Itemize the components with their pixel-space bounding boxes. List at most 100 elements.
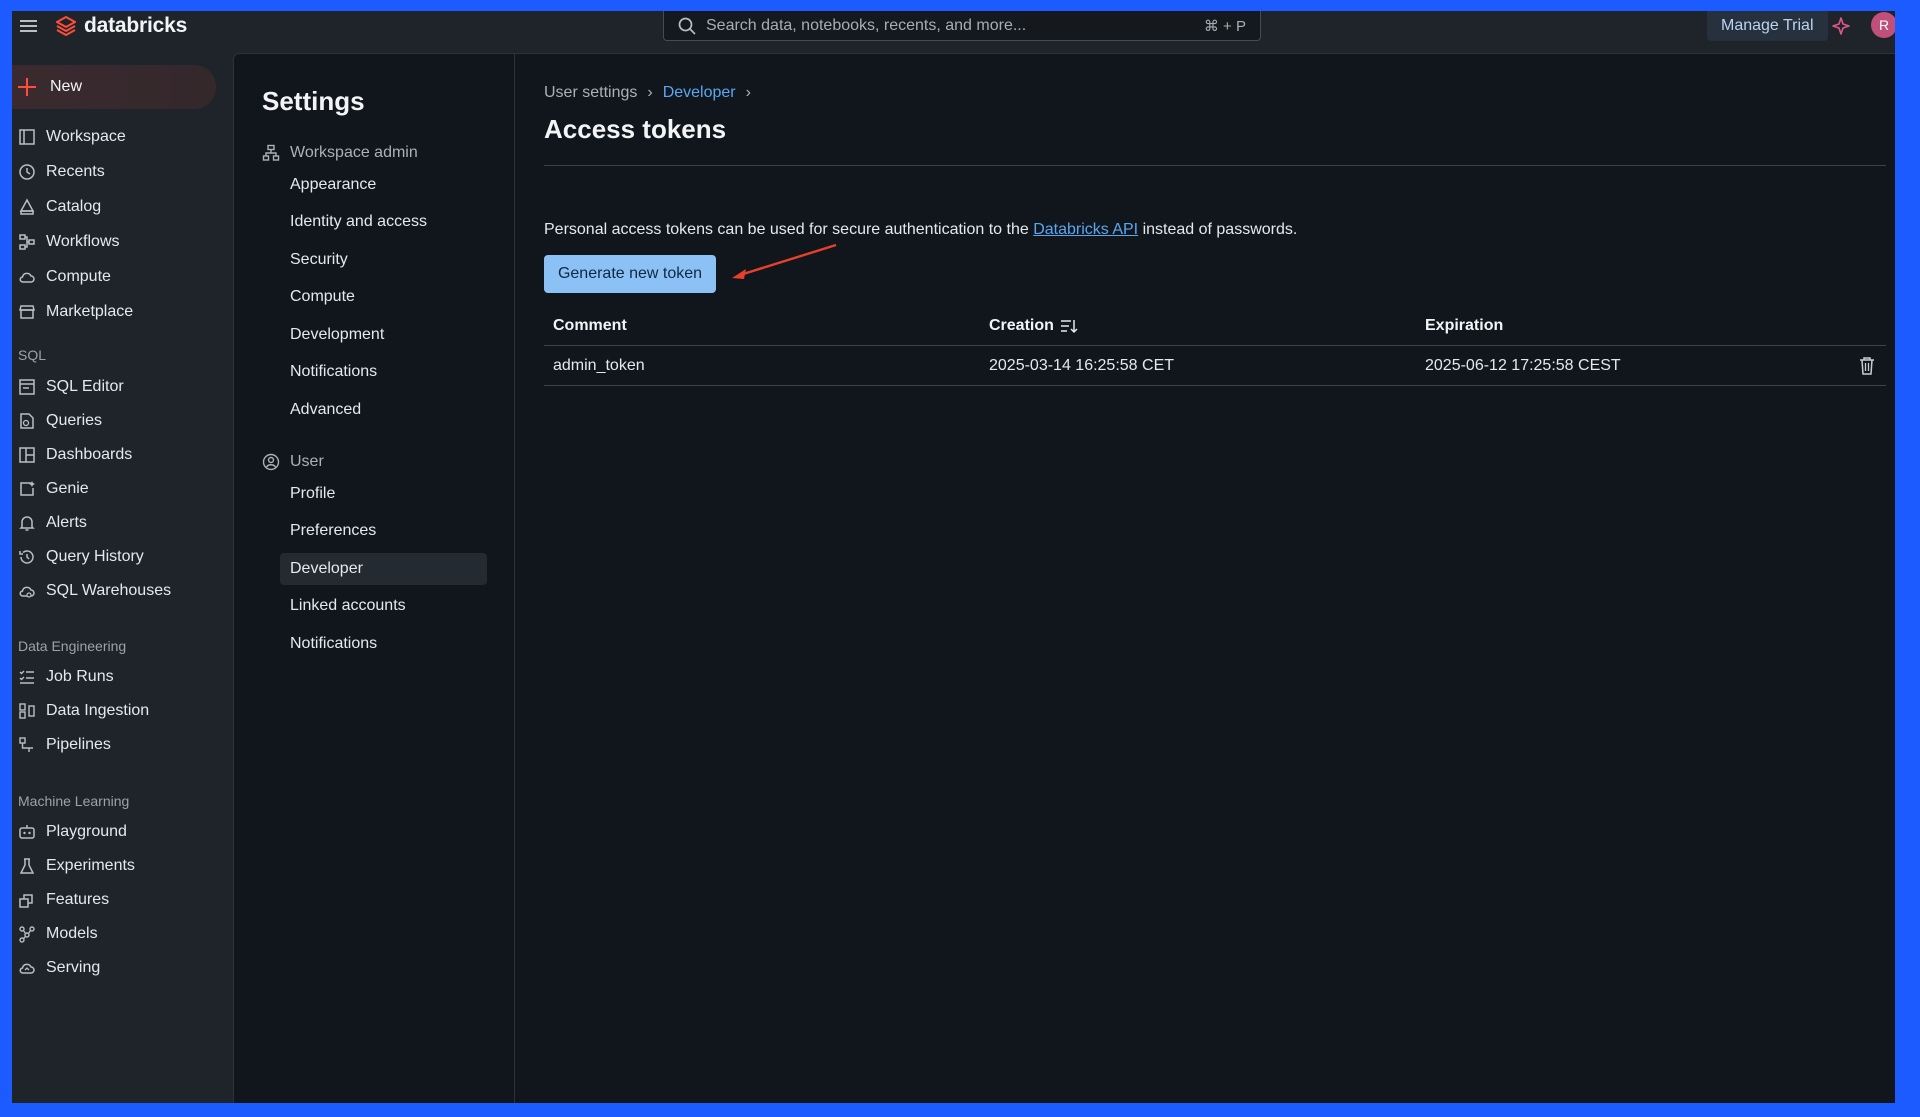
cloud-icon bbox=[19, 272, 35, 283]
workspace-icon bbox=[19, 129, 35, 145]
sidebar-item-label: Compute bbox=[46, 268, 111, 285]
sidebar-item-label: Query History bbox=[46, 548, 144, 565]
sidebar-item-job-runs[interactable]: Job Runs bbox=[18, 663, 114, 691]
databricks-api-link[interactable]: Databricks API bbox=[1033, 221, 1138, 238]
settings-item-preferences[interactable]: Preferences bbox=[280, 515, 487, 547]
user-avatar[interactable]: R bbox=[1871, 12, 1895, 38]
assistant-sparkle-icon[interactable] bbox=[1831, 16, 1851, 36]
settings-item-compute[interactable]: Compute bbox=[280, 281, 487, 313]
settings-item-profile[interactable]: Profile bbox=[280, 478, 487, 510]
sidebar-item-models[interactable]: Models bbox=[18, 920, 98, 948]
sidebar-item-label: Marketplace bbox=[46, 303, 134, 320]
settings-item-identity-and-access[interactable]: Identity and access bbox=[280, 206, 487, 238]
sidebar-item-experiments[interactable]: Experiments bbox=[18, 852, 135, 880]
databricks-logo-icon bbox=[56, 16, 76, 36]
sidebar-item-marketplace[interactable]: Marketplace bbox=[18, 298, 133, 326]
sidebar-item-label: Alerts bbox=[46, 514, 87, 531]
sidebar-item-label: Workspace bbox=[46, 128, 126, 145]
sidebar-item-sql-editor[interactable]: SQL Editor bbox=[18, 373, 124, 401]
ingestion-icon bbox=[19, 703, 35, 719]
sidebar-item-label: SQL Editor bbox=[46, 378, 124, 395]
settings-item-developer[interactable]: Developer bbox=[280, 553, 487, 585]
sidebar-item-label: Playground bbox=[46, 823, 127, 840]
job-runs-icon bbox=[19, 670, 34, 684]
settings-title: Settings bbox=[262, 86, 365, 116]
token-comment: admin_token bbox=[553, 356, 645, 374]
sidebar-item-queries[interactable]: Queries bbox=[18, 407, 102, 435]
databricks-logo[interactable]: databricks bbox=[56, 14, 187, 38]
search-placeholder: Search data, notebooks, recents, and mor… bbox=[706, 16, 1027, 34]
sidebar-item-compute[interactable]: Compute bbox=[18, 263, 111, 291]
sidebar-item-data-ingestion[interactable]: Data Ingestion bbox=[18, 697, 149, 725]
sidebar-item-alerts[interactable]: Alerts bbox=[18, 509, 87, 537]
breadcrumb-developer[interactable]: Developer bbox=[663, 84, 736, 102]
sort-icon[interactable] bbox=[1060, 318, 1078, 334]
manage-trial-button[interactable]: Manage Trial bbox=[1707, 11, 1828, 41]
sidebar-item-label: Data Ingestion bbox=[46, 702, 150, 719]
sidebar-item-serving[interactable]: Serving bbox=[18, 954, 100, 982]
settings-item-notifications-admin[interactable]: Notifications bbox=[280, 356, 487, 388]
sidebar-item-label: Features bbox=[46, 891, 110, 908]
column-header-expiration[interactable]: Expiration bbox=[1425, 317, 1886, 335]
sidebar-item-features[interactable]: Features bbox=[18, 886, 109, 914]
generate-new-token-button[interactable]: Generate new token bbox=[544, 255, 716, 293]
plus-icon bbox=[18, 78, 36, 96]
brand-name: databricks bbox=[84, 14, 188, 37]
features-icon bbox=[19, 894, 33, 908]
sidebar-item-label: Pipelines bbox=[46, 736, 111, 753]
sidebar-item-query-history[interactable]: Query History bbox=[18, 543, 144, 571]
warehouse-icon bbox=[19, 586, 35, 598]
serving-icon bbox=[19, 963, 35, 974]
left-sidebar: New Workspace Recents Catalog Workflows … bbox=[12, 51, 232, 1103]
sidebar-item-workspace[interactable]: Workspace bbox=[18, 123, 126, 151]
sidebar-item-recents[interactable]: Recents bbox=[18, 158, 105, 186]
sidebar-item-label: Dashboards bbox=[46, 446, 133, 463]
catalog-icon bbox=[19, 198, 35, 215]
sidebar-item-playground[interactable]: Playground bbox=[18, 818, 127, 846]
description-text: Personal access tokens can be used for s… bbox=[544, 221, 1034, 238]
menu-icon[interactable] bbox=[20, 17, 40, 37]
sidebar-item-label: Catalog bbox=[46, 198, 102, 215]
new-label: New bbox=[50, 78, 83, 95]
sidebar-item-dashboards[interactable]: Dashboards bbox=[18, 441, 132, 469]
sidebar-item-genie[interactable]: Genie bbox=[18, 475, 89, 503]
column-header-creation[interactable]: Creation bbox=[989, 317, 1425, 335]
genie-icon bbox=[20, 481, 35, 496]
trash-icon[interactable] bbox=[1858, 356, 1876, 376]
store-icon bbox=[19, 305, 35, 319]
token-creation: 2025-03-14 16:25:58 CET bbox=[989, 356, 1175, 374]
admin-icon bbox=[262, 144, 280, 161]
sidebar-item-label: Genie bbox=[46, 480, 89, 497]
settings-item-security[interactable]: Security bbox=[280, 244, 487, 276]
new-button[interactable]: New bbox=[12, 65, 216, 109]
table-header: Comment Creation Expiration bbox=[544, 306, 1886, 346]
settings-item-development[interactable]: Development bbox=[280, 319, 487, 351]
settings-item-appearance[interactable]: Appearance bbox=[280, 169, 487, 201]
pipelines-icon bbox=[19, 737, 33, 752]
sidebar-item-workflows[interactable]: Workflows bbox=[18, 228, 120, 256]
sidebar-item-pipelines[interactable]: Pipelines bbox=[18, 731, 111, 759]
settings-item-notifications-user[interactable]: Notifications bbox=[280, 628, 487, 660]
global-search-input[interactable]: Search data, notebooks, recents, and mor… bbox=[663, 11, 1261, 41]
clock-icon bbox=[19, 164, 35, 180]
sidebar-item-catalog[interactable]: Catalog bbox=[18, 193, 101, 221]
column-header-comment[interactable]: Comment bbox=[553, 317, 989, 335]
breadcrumb-user-settings[interactable]: User settings bbox=[544, 84, 637, 102]
settings-item-linked-accounts[interactable]: Linked accounts bbox=[280, 590, 487, 622]
sidebar-section-sql: SQL bbox=[18, 347, 47, 363]
divider bbox=[544, 165, 1886, 166]
sidebar-item-label: Job Runs bbox=[46, 668, 114, 685]
tokens-table: Comment Creation Expiration admin_token bbox=[544, 306, 1886, 386]
settings-group-workspace-admin: Workspace admin bbox=[262, 144, 418, 162]
token-expiration: 2025-06-12 17:25:58 CEST bbox=[1425, 356, 1621, 374]
settings-content: User settings › Developer › Access token… bbox=[516, 54, 1895, 1103]
sidebar-item-sql-warehouses[interactable]: SQL Warehouses bbox=[18, 577, 171, 605]
description-text-end: instead of passwords. bbox=[1138, 221, 1298, 238]
dashboard-icon bbox=[19, 447, 35, 463]
settings-group-user: User bbox=[262, 453, 324, 471]
app-window: databricks Search data, notebooks, recen… bbox=[12, 11, 1895, 1103]
sidebar-item-label: Queries bbox=[46, 412, 103, 429]
settings-item-advanced[interactable]: Advanced bbox=[280, 394, 487, 426]
sidebar-item-label: SQL Warehouses bbox=[46, 582, 172, 599]
column-header-label: Creation bbox=[989, 316, 1054, 334]
